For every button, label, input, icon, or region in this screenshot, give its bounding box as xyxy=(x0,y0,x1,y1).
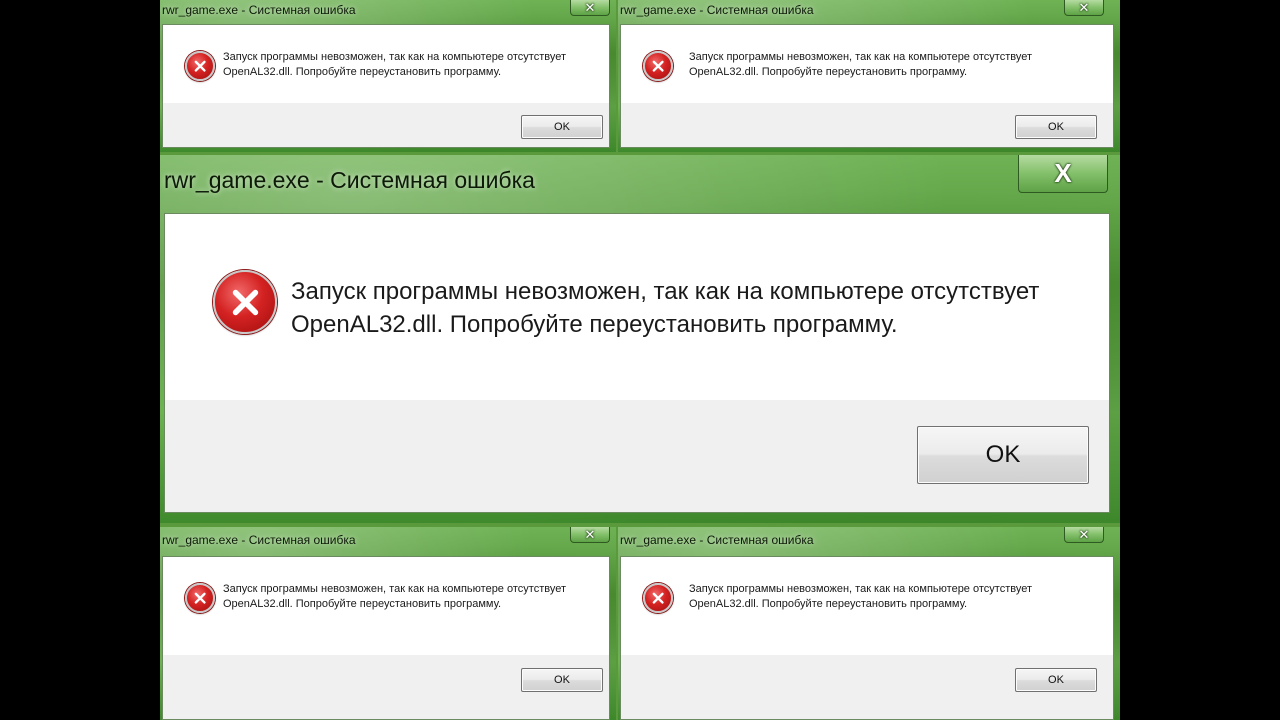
error-message: Запуск программы невозможен, так как на … xyxy=(689,582,1032,612)
error-message-line-1: Запуск программы невозможен, так как на … xyxy=(689,51,1032,63)
dialog-client-area: Запуск программы невозможен, так как на … xyxy=(162,556,610,720)
error-icon xyxy=(643,51,673,81)
close-button[interactable]: X xyxy=(1018,155,1108,193)
error-icon xyxy=(643,583,673,613)
close-icon: ✕ xyxy=(1078,527,1090,542)
error-message-line-2: OpenAL32.dll. Попробуйте переустановить … xyxy=(291,311,898,338)
error-message: Запуск программы невозможен, так как на … xyxy=(223,50,566,80)
close-icon: X xyxy=(1054,158,1072,188)
screen: rwr_game.exe - Системная ошибка ✕ Запуск… xyxy=(160,0,1120,720)
error-dialog-top-right: rwr_game.exe - Системная ошибка ✕ Запуск… xyxy=(618,0,1120,152)
error-message: Запуск программы невозможен, так как на … xyxy=(291,275,1039,341)
error-dialog-main: rwr_game.exe - Системная ошибка X Запуск… xyxy=(160,155,1120,523)
close-button[interactable]: ✕ xyxy=(1064,527,1104,543)
dialog-client-area: Запуск программы невозможен, так как на … xyxy=(164,213,1110,513)
error-icon xyxy=(185,51,215,81)
close-icon: ✕ xyxy=(1078,0,1090,15)
ok-button[interactable]: OK xyxy=(1015,115,1097,139)
dialog-title: rwr_game.exe - Системная ошибка xyxy=(620,3,814,17)
error-message: Запуск программы невозможен, так как на … xyxy=(689,50,1032,80)
error-message-line-2: OpenAL32.dll. Попробуйте переустановить … xyxy=(689,598,968,610)
message-area: Запуск программы невозможен, так как на … xyxy=(163,25,609,103)
error-message-line-1: Запуск программы невозможен, так как на … xyxy=(291,278,1040,305)
dialog-client-area: Запуск программы невозможен, так как на … xyxy=(620,24,1114,148)
dialog-title: rwr_game.exe - Системная ошибка xyxy=(620,533,814,547)
error-message-line-1: Запуск программы невозможен, так как на … xyxy=(223,583,566,595)
error-message-line-2: OpenAL32.dll. Попробуйте переустановить … xyxy=(223,598,502,610)
error-message-line-1: Запуск программы невозможен, так как на … xyxy=(689,583,1032,595)
close-button[interactable]: ✕ xyxy=(570,527,610,543)
ok-button[interactable]: OK xyxy=(521,668,603,692)
dialog-title: rwr_game.exe - Системная ошибка xyxy=(164,167,535,193)
error-message-line-2: OpenAL32.dll. Попробуйте переустановить … xyxy=(689,66,968,78)
ok-button[interactable]: OK xyxy=(917,426,1089,484)
close-button[interactable]: ✕ xyxy=(570,0,610,16)
message-area: Запуск программы невозможен, так как на … xyxy=(165,214,1109,400)
message-area: Запуск программы невозможен, так как на … xyxy=(621,25,1113,103)
error-message-line-1: Запуск программы невозможен, так как на … xyxy=(223,51,566,63)
dialog-title: rwr_game.exe - Системная ошибка xyxy=(162,3,356,17)
dialog-client-area: Запуск программы невозможен, так как на … xyxy=(162,24,610,148)
ok-button[interactable]: OK xyxy=(1015,668,1097,692)
error-dialog-bottom-right: rwr_game.exe - Системная ошибка ✕ Запуск… xyxy=(618,527,1120,720)
message-area: Запуск программы невозможен, так как на … xyxy=(163,557,609,655)
message-area: Запуск программы невозможен, так как на … xyxy=(621,557,1113,655)
error-icon xyxy=(185,583,215,613)
close-icon: ✕ xyxy=(584,0,596,15)
ok-button[interactable]: OK xyxy=(521,115,603,139)
error-message-line-2: OpenAL32.dll. Попробуйте переустановить … xyxy=(223,66,502,78)
error-message: Запуск программы невозможен, так как на … xyxy=(223,582,566,612)
dialog-client-area: Запуск программы невозможен, так как на … xyxy=(620,556,1114,720)
dialog-title: rwr_game.exe - Системная ошибка xyxy=(162,533,356,547)
error-dialog-bottom-left: rwr_game.exe - Системная ошибка ✕ Запуск… xyxy=(160,527,616,720)
close-button[interactable]: ✕ xyxy=(1064,0,1104,16)
error-icon xyxy=(213,270,277,334)
error-dialog-top-left: rwr_game.exe - Системная ошибка ✕ Запуск… xyxy=(160,0,616,152)
close-icon: ✕ xyxy=(584,527,596,542)
